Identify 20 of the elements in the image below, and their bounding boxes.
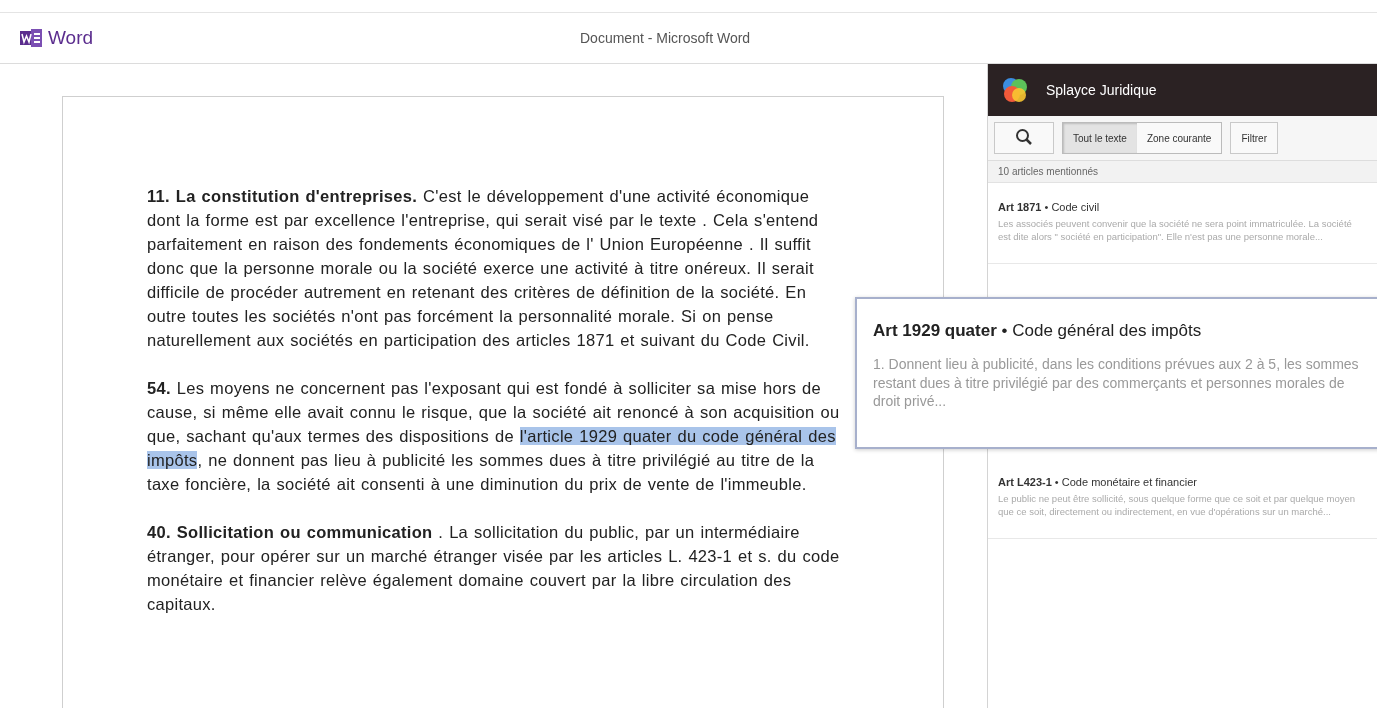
- panel-title: Splayce Juridique: [1046, 82, 1157, 98]
- article-excerpt: Le public ne peut être sollicité, sous quelque forme que ce soit et par quelque moyen que ce soit, directement ou indirectement, en vue d'opérations sur un marché...: [998, 492, 1356, 518]
- article-item[interactable]: Art 1871 • Code civil Les associés peuvent convenir que la société ne sera point immatriculée. La société est dite alors " société en participation". Elle n'est pas une personne morale...: [988, 183, 1377, 264]
- article-excerpt: Les associés peuvent convenir que la société ne sera point immatriculée. La société est dite alors " société en participation". Elle n'est pas une personne morale...: [998, 217, 1353, 243]
- splayce-logo-icon: [1000, 75, 1030, 105]
- popup-heading: Art 1929 quater • Code général des impôts: [873, 321, 1203, 341]
- search-button[interactable]: [994, 122, 1054, 154]
- article-count: 10 articles mentionnés: [988, 161, 1377, 183]
- paragraph: 40. Sollicitation ou communication . La sollicitation du public, par un intermédiaire étranger, pour opérer sur un marché étranger visée par les articles L. 423-1 et s. du code monétaire et financier relève également domaine couvert par la libre circulation des capitaux.: [147, 522, 841, 615]
- search-icon: [1015, 128, 1033, 146]
- paragraph: 11. La constitution d'entreprises. C'est le développement d'une activité économique dont la forme est par excellence l'entreprise, qui serait visé par le texte . Cela s'entend parfaitement en raison des fondements économiques de l' Union Européenne . Il suffit donc que la personne morale ou la société exerce une activité à titre onéreux. Il serait difficile de procéder autrement en retenant des critères de définition de la société. En outre toutes les sociétés n'ont pas forcément la personnalité morale. Si on pense naturellement aux sociétés en participation des articles 1871 et suivant du Code Civil.: [147, 186, 820, 351]
- filter-button[interactable]: Filtrer: [1230, 122, 1278, 154]
- popup-excerpt: 1. Donnent lieu à publicité, dans les conditions prévues aux 2 à 5, les sommes restant dues à titre privilégié par des commerçants et personnes morales de droit privé...: [873, 355, 1360, 411]
- article-heading: Art 1871 • Code civil: [998, 201, 1101, 213]
- app-name: Word: [48, 27, 94, 49]
- article-heading: Art L423-1 • Code monétaire et financier: [998, 476, 1198, 488]
- window-title: Document - Microsoft Word: [580, 30, 751, 46]
- word-logo-icon: [20, 29, 42, 47]
- paragraph: 54. Les moyens ne concernent pas l'exposant qui est fondé à solliciter sa mise hors de cause, si même elle avait connu le risque, que la société ait renoncé à son acquisition ou que, sachant qu'aux termes des dispositions de l'article 1929 quater du code général des impôts, ne donnent pas lieu à publicité les sommes dues à titre privilégié au titre de la taxe foncière, la société ait consenti à une diminution du prix de vente de l'immeuble.: [147, 378, 841, 495]
- scope-tab[interactable]: Tout le texte: [1063, 123, 1137, 153]
